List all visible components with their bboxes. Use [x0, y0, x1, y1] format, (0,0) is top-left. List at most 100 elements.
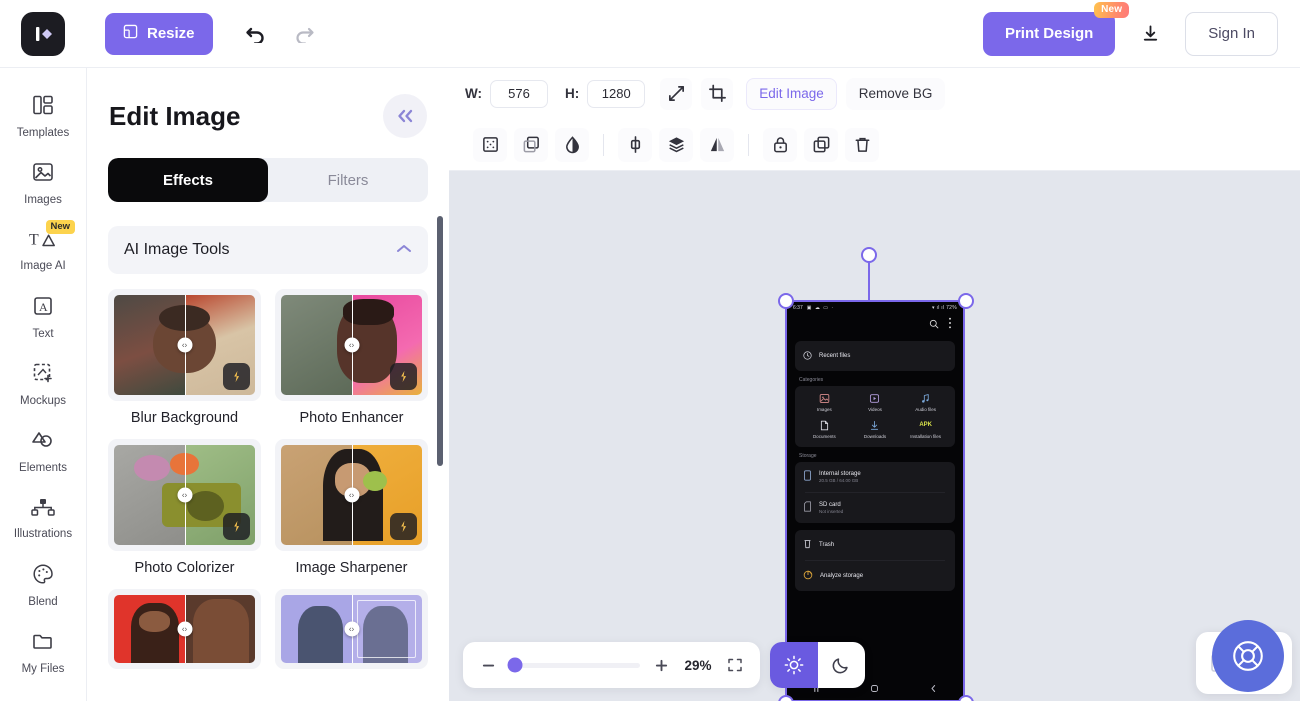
- category-label: Images: [817, 407, 832, 412]
- position-icon[interactable]: [473, 128, 507, 162]
- category-audio[interactable]: Audio files: [900, 393, 951, 412]
- sidebar-item-text[interactable]: A Text: [0, 285, 87, 349]
- status-signal-icons: ▾ ıl ıl: [932, 305, 946, 311]
- sidebar-item-blend[interactable]: Blend: [0, 553, 87, 617]
- sidebar-item-images[interactable]: Images: [0, 151, 87, 215]
- remove-bg-button[interactable]: Remove BG: [846, 78, 946, 110]
- object-toolbar-secondary: [449, 119, 1300, 171]
- illustrations-icon: [30, 496, 56, 523]
- sidebar-item-elements[interactable]: Elements: [0, 419, 87, 483]
- page-title: Edit Image: [109, 101, 240, 132]
- layers-icon[interactable]: [659, 128, 693, 162]
- panel-header: Edit Image: [87, 68, 449, 138]
- plus-icon[interactable]: [650, 654, 672, 676]
- selection-handle-bottom-right[interactable]: [958, 695, 974, 701]
- fullscreen-icon[interactable]: [724, 654, 746, 676]
- ai-tool-card-partial-6[interactable]: ‹›: [275, 589, 428, 669]
- download-icon[interactable]: [1127, 12, 1173, 56]
- selection-handle-top-right[interactable]: [958, 293, 974, 309]
- selection-handle-top-left[interactable]: [778, 293, 794, 309]
- width-input[interactable]: [490, 80, 548, 108]
- ai-tool-card-image-sharpener[interactable]: ‹› Image Sharpener: [275, 439, 428, 576]
- height-input[interactable]: [587, 80, 645, 108]
- canvas-viewport[interactable]: 6:37 ▣ ☁ ▭ · ▾ ıl ıl 72%: [449, 171, 1300, 701]
- undo-redo-group: [243, 21, 317, 47]
- selected-image-object[interactable]: 6:37 ▣ ☁ ▭ · ▾ ıl ıl 72%: [785, 300, 965, 701]
- category-installation-files[interactable]: APK Installation files: [900, 420, 951, 439]
- duplicate-shape-icon[interactable]: [514, 128, 548, 162]
- minus-icon[interactable]: [477, 654, 499, 676]
- align-vertical-icon[interactable]: [618, 128, 652, 162]
- crop-icon[interactable]: [701, 78, 733, 110]
- opacity-droplet-icon[interactable]: [555, 128, 589, 162]
- chevrons-left-icon[interactable]: [383, 94, 427, 138]
- categories-card: Images Videos Audio files: [795, 386, 955, 447]
- sidebar-item-my-files[interactable]: My Files: [0, 620, 87, 684]
- undo-icon[interactable]: [243, 21, 269, 47]
- resize-label: Resize: [147, 25, 195, 42]
- category-images[interactable]: Images: [799, 393, 850, 412]
- sidebar-item-label: Elements: [19, 462, 67, 474]
- recent-files-row[interactable]: Recent files: [795, 341, 955, 371]
- flip-horizontal-icon[interactable]: [700, 128, 734, 162]
- sidebar-item-templates[interactable]: Templates: [0, 84, 87, 148]
- app-logo-icon[interactable]: [21, 12, 65, 56]
- ai-tool-card-grid: ‹› Blur Background: [108, 289, 428, 669]
- top-header-bar: Resize Print Design New Sign In: [0, 0, 1300, 68]
- panel-scrollbar[interactable]: [437, 216, 443, 466]
- phone-actions-card: Trash Analyze storage: [795, 530, 955, 591]
- sidebar-item-illustrations[interactable]: Illustrations: [0, 486, 87, 550]
- storage-row-internal[interactable]: Internal storage 20.5 GB / 64.00 GB: [795, 462, 955, 492]
- sd-card-icon: [803, 499, 812, 517]
- storage-title: Storage: [787, 447, 963, 462]
- before-after-slider-handle[interactable]: ‹›: [344, 338, 359, 353]
- categories-title: Categories: [787, 371, 963, 386]
- before-after-slider-handle[interactable]: ‹›: [344, 488, 359, 503]
- apk-icon: APK: [919, 420, 932, 431]
- images-icon: [31, 160, 55, 189]
- phone-app-actions: [787, 313, 963, 337]
- before-after-slider-handle[interactable]: ‹›: [177, 622, 192, 637]
- home-nav-icon[interactable]: [870, 680, 879, 698]
- back-nav-icon[interactable]: [929, 680, 938, 698]
- sidebar-item-mockups[interactable]: Mockups: [0, 352, 87, 416]
- rotation-handle[interactable]: [861, 247, 877, 263]
- before-after-slider-handle[interactable]: ‹›: [177, 488, 192, 503]
- category-downloads[interactable]: Downloads: [850, 420, 901, 439]
- before-after-slider-handle[interactable]: ‹›: [177, 338, 192, 353]
- trash-icon: [803, 536, 812, 554]
- section-title: AI Image Tools: [124, 241, 230, 259]
- search-icon[interactable]: [929, 316, 939, 334]
- ai-tool-card-photo-colorizer[interactable]: ‹› Photo Colorizer: [108, 439, 261, 576]
- ai-tool-card-photo-enhancer[interactable]: ‹› Photo Enhancer: [275, 289, 428, 426]
- print-design-button[interactable]: Print Design New: [983, 12, 1115, 56]
- resize-button[interactable]: Resize: [105, 13, 213, 55]
- sidebar-item-label: Illustrations: [14, 528, 72, 540]
- action-row-analyze-storage[interactable]: Analyze storage: [795, 561, 955, 591]
- tab-filters[interactable]: Filters: [268, 158, 428, 202]
- lifebuoy-help-icon[interactable]: [1212, 620, 1284, 692]
- storage-row-sdcard[interactable]: SD card Not inserted: [795, 493, 955, 523]
- templates-icon: [31, 93, 55, 122]
- sun-icon[interactable]: [770, 642, 818, 688]
- ai-tool-card-partial-5[interactable]: ‹›: [108, 589, 261, 669]
- edit-image-toolbar-button[interactable]: Edit Image: [746, 78, 837, 110]
- sign-in-button[interactable]: Sign In: [1185, 12, 1278, 56]
- category-videos[interactable]: Videos: [850, 393, 901, 412]
- category-documents[interactable]: Documents: [799, 420, 850, 439]
- action-row-trash[interactable]: Trash: [795, 530, 955, 560]
- tab-effects[interactable]: Effects: [108, 158, 268, 202]
- copy-icon[interactable]: [804, 128, 838, 162]
- more-vertical-icon[interactable]: [948, 316, 952, 334]
- lock-icon[interactable]: [763, 128, 797, 162]
- delete-trash-icon[interactable]: [845, 128, 879, 162]
- zoom-slider-thumb[interactable]: [508, 658, 523, 673]
- scale-diagonal-icon[interactable]: [660, 78, 692, 110]
- sidebar-item-image-ai[interactable]: New T Image AI: [0, 218, 87, 282]
- ai-image-tools-section-header[interactable]: AI Image Tools: [108, 226, 428, 274]
- before-after-slider-handle[interactable]: ‹›: [344, 622, 359, 637]
- redo-icon[interactable]: [291, 21, 317, 47]
- ai-tool-card-blur-background[interactable]: ‹› Blur Background: [108, 289, 261, 426]
- moon-icon[interactable]: [818, 642, 866, 688]
- zoom-slider[interactable]: [509, 663, 640, 668]
